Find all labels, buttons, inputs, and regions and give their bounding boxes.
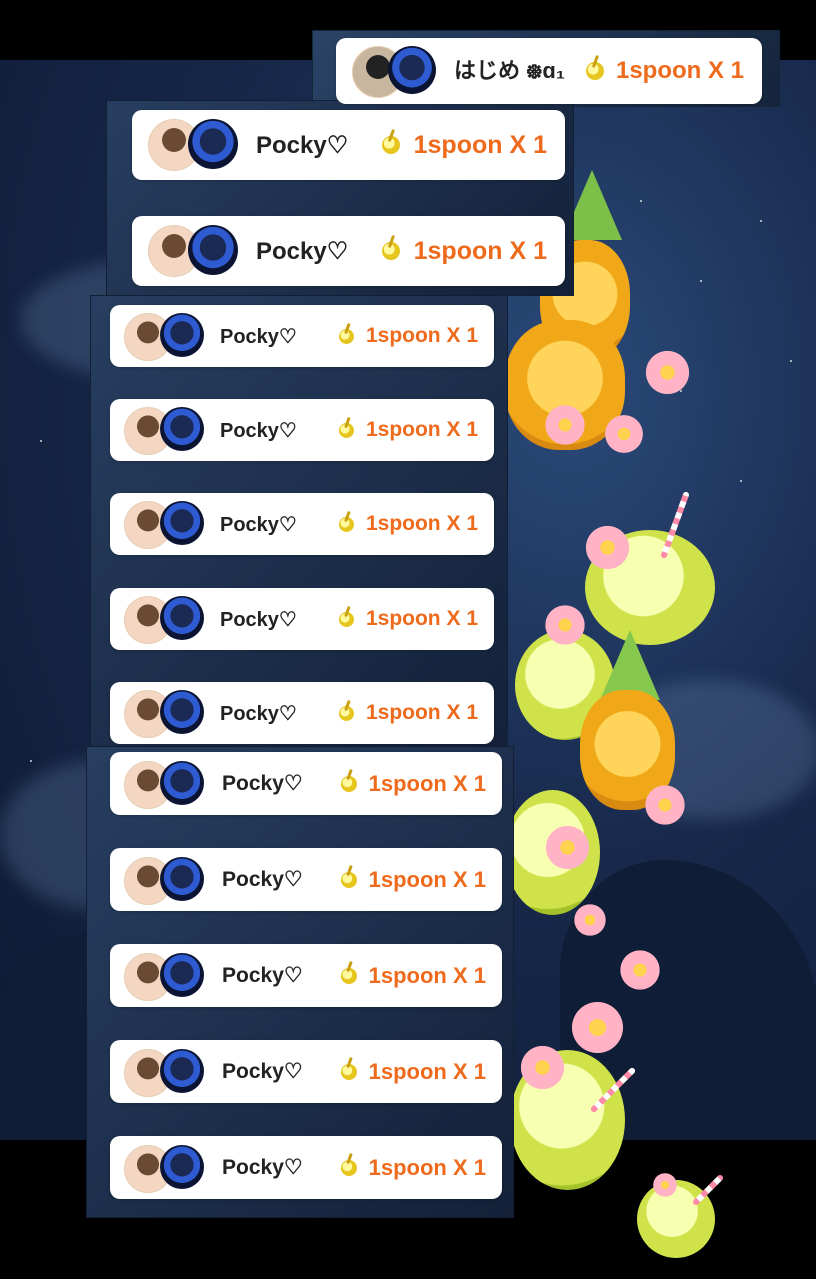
sender-name: Pocky♡ <box>222 868 303 891</box>
user-avatars <box>148 119 238 171</box>
receiver-avatar <box>160 596 204 640</box>
sender-name: Pocky♡ <box>220 419 297 442</box>
receiver-avatar <box>160 760 204 805</box>
sender-name: Pocky♡ <box>256 237 349 265</box>
gift-notification-card[interactable]: Pocky♡ 1spoon X 1 <box>110 399 494 461</box>
gift-info: 1spoon X 1 <box>340 770 486 797</box>
user-avatars <box>124 501 204 549</box>
spoon-icon <box>340 1063 357 1080</box>
spoon-icon <box>338 705 354 721</box>
sender-name: Pocky♡ <box>222 1156 303 1179</box>
gift-notification-card[interactable]: Pocky♡ 1spoon X 1 <box>132 110 565 180</box>
receiver-avatar <box>160 313 204 357</box>
gift-amount: 1spoon X 1 <box>413 236 547 265</box>
gift-amount: 1spoon X 1 <box>365 418 478 441</box>
gift-notification-card[interactable]: Pocky♡ 1spoon X 1 <box>110 1040 502 1103</box>
receiver-avatar <box>160 407 204 451</box>
spoon-icon <box>381 242 400 260</box>
user-avatars <box>124 690 204 738</box>
receiver-avatar <box>188 225 238 275</box>
gift-notification-card[interactable]: Pocky♡ 1spoon X 1 <box>110 1136 502 1199</box>
sender-name: Pocky♡ <box>220 513 297 536</box>
receiver-avatar <box>188 119 238 169</box>
gift-info: 1spoon X 1 <box>340 866 486 893</box>
gift-info: 1spoon X 1 <box>340 1058 486 1085</box>
sender-name: Pocky♡ <box>256 131 349 159</box>
gift-amount: 1spoon X 1 <box>413 130 547 159</box>
gift-amount: 1spoon X 1 <box>365 701 478 724</box>
spoon-icon <box>381 136 400 154</box>
gift-info: 1spoon X 1 <box>340 1154 486 1181</box>
sender-name: Pocky♡ <box>220 608 297 631</box>
receiver-avatar <box>160 501 204 545</box>
gift-notification-card[interactable]: Pocky♡ 1spoon X 1 <box>110 848 502 911</box>
spoon-icon <box>340 775 357 792</box>
user-avatars <box>124 952 204 1001</box>
gift-notification-card[interactable]: Pocky♡ 1spoon X 1 <box>110 588 494 650</box>
spoon-icon <box>340 1159 357 1176</box>
sender-name: Pocky♡ <box>220 702 297 725</box>
gift-amount: 1spoon X 1 <box>365 324 478 347</box>
gift-info: 1spoon X 1 <box>338 418 478 442</box>
user-avatars <box>124 596 204 644</box>
receiver-avatar <box>160 1048 204 1093</box>
gift-amount: 1spoon X 1 <box>365 607 478 630</box>
user-avatars <box>124 1048 204 1097</box>
gift-info: 1spoon X 1 <box>338 512 478 536</box>
spoon-icon <box>338 611 354 627</box>
sender-name: Pocky♡ <box>220 325 297 348</box>
spoon-icon <box>585 62 604 80</box>
sender-name: Pocky♡ <box>222 1060 303 1083</box>
gift-notification-card[interactable]: Pocky♡ 1spoon X 1 <box>110 682 494 744</box>
gift-notification-card[interactable]: Pocky♡ 1spoon X 1 <box>132 216 565 286</box>
user-avatars <box>124 856 204 905</box>
gift-amount: 1spoon X 1 <box>368 866 486 892</box>
receiver-avatar <box>160 690 204 734</box>
gift-amount: 1spoon X 1 <box>365 512 478 535</box>
spoon-icon <box>338 328 354 344</box>
receiver-avatar <box>160 952 204 997</box>
sender-name: Pocky♡ <box>222 772 303 795</box>
receiver-avatar <box>388 46 436 94</box>
user-avatars <box>124 760 204 809</box>
gift-notification-card[interactable]: Pocky♡ 1spoon X 1 <box>110 305 494 367</box>
gift-info: 1spoon X 1 <box>338 324 478 348</box>
gift-amount: 1spoon X 1 <box>368 962 486 988</box>
gift-info: 1spoon X 1 <box>381 130 547 160</box>
sender-name: Pocky♡ <box>222 964 303 987</box>
gift-amount: 1spoon X 1 <box>368 1058 486 1084</box>
spoon-icon <box>340 871 357 888</box>
gift-amount: 1spoon X 1 <box>368 1154 486 1180</box>
gift-notification-card[interactable]: Pocky♡ 1spoon X 1 <box>110 752 502 815</box>
gift-amount: 1spoon X 1 <box>368 770 486 796</box>
gift-notification-card[interactable]: Pocky♡ 1spoon X 1 <box>110 944 502 1007</box>
gift-info: 1spoon X 1 <box>338 607 478 631</box>
gift-notification-card[interactable]: はじめ ᪥ɑ₁ 1spoon X 1 <box>336 38 762 104</box>
receiver-avatar <box>160 1144 204 1189</box>
spoon-icon <box>340 967 357 984</box>
gift-info: 1spoon X 1 <box>585 57 744 85</box>
receiver-avatar <box>160 856 204 901</box>
gift-amount: 1spoon X 1 <box>615 57 744 84</box>
gift-notification-card[interactable]: Pocky♡ 1spoon X 1 <box>110 493 494 555</box>
gift-info: 1spoon X 1 <box>381 236 547 266</box>
user-avatars <box>148 225 238 277</box>
user-avatars <box>352 46 436 98</box>
user-avatars <box>124 313 204 361</box>
gift-info: 1spoon X 1 <box>338 701 478 725</box>
user-avatars <box>124 407 204 455</box>
gift-info: 1spoon X 1 <box>340 962 486 989</box>
spoon-icon <box>338 516 354 532</box>
user-avatars <box>124 1144 204 1193</box>
sender-name: はじめ ᪥ɑ₁ <box>454 57 565 83</box>
spoon-icon <box>338 422 354 438</box>
